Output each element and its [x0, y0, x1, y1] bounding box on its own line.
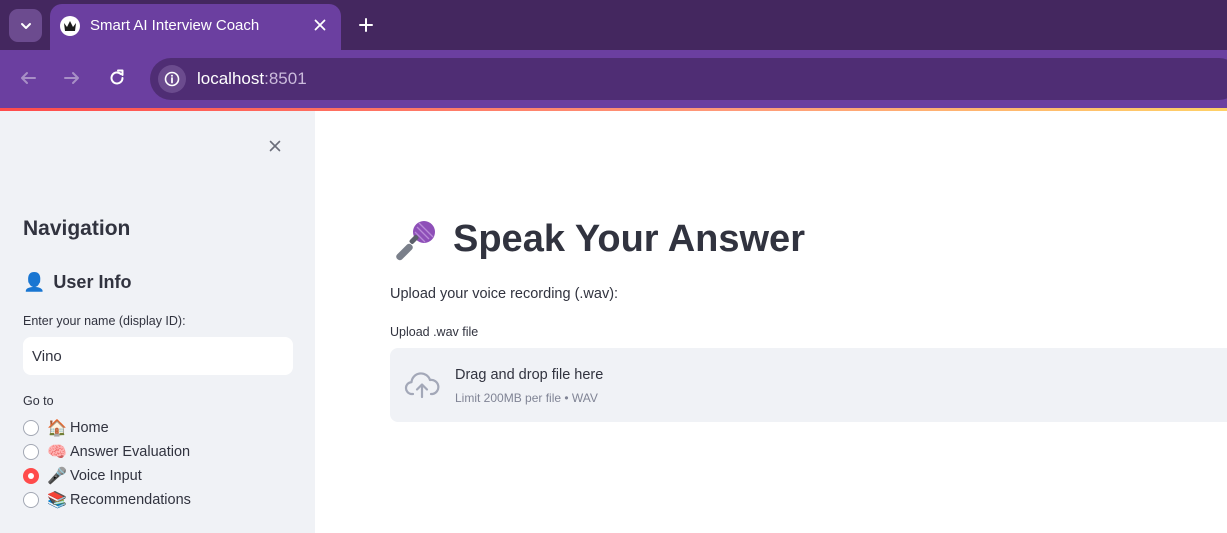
books-icon: 📚: [47, 492, 67, 509]
browser-toolbar: localhost:8501: [0, 50, 1227, 108]
site-info-icon[interactable]: [158, 65, 186, 93]
main-content: Speak Your Answer Upload your voice reco…: [315, 111, 1227, 533]
name-label: Enter your name (display ID):: [23, 314, 186, 328]
browser-tab[interactable]: Smart AI Interview Coach: [50, 4, 341, 50]
tab-search-button[interactable]: [9, 9, 42, 42]
user-info-heading-text: User Info: [53, 272, 132, 292]
tab-title: Smart AI Interview Coach: [90, 17, 260, 34]
cloud-upload-icon: [404, 372, 440, 399]
sidebar: Navigation 👤 User Info Enter your name (…: [0, 111, 315, 533]
radio-label: Answer Evaluation: [70, 444, 191, 460]
browser-tabstrip: Smart AI Interview Coach: [0, 0, 1227, 50]
file-dropzone[interactable]: Drag and drop file here Limit 200MB per …: [390, 348, 1227, 422]
user-silhouette-icon: 👤: [23, 272, 46, 292]
page-title-text: Speak Your Answer: [453, 217, 805, 260]
crown-favicon-icon: [60, 16, 80, 36]
tab-close-icon[interactable]: [309, 14, 331, 36]
back-arrow-icon[interactable]: [15, 65, 41, 91]
brain-icon: 🧠: [47, 444, 67, 461]
forward-arrow-icon[interactable]: [59, 65, 85, 91]
radio-option-home[interactable]: 🏠 Home: [23, 417, 109, 439]
microphone-icon: [396, 221, 435, 261]
house-icon: 🏠: [47, 420, 67, 437]
name-input[interactable]: [23, 337, 293, 375]
radio-option-voice-input[interactable]: 🎤 Voice Input: [23, 465, 142, 487]
radio-button-selected[interactable]: [23, 468, 39, 484]
radio-option-recommendations[interactable]: 📚 Recommendations: [23, 489, 191, 511]
address-bar[interactable]: localhost:8501: [150, 58, 1227, 100]
upload-caption: Upload your voice recording (.wav):: [390, 286, 619, 302]
page-title: Speak Your Answer: [395, 217, 805, 261]
sidebar-close-icon[interactable]: [264, 135, 286, 157]
radio-button[interactable]: [23, 492, 39, 508]
chevron-down-icon: [20, 22, 31, 29]
dropzone-limit-text: Limit 200MB per file • WAV: [455, 391, 598, 405]
microphone-icon: 🎤: [47, 468, 67, 485]
reload-icon[interactable]: [104, 65, 130, 91]
file-uploader-label: Upload .wav file: [390, 325, 479, 339]
dropzone-instructions: Drag and drop file here: [455, 367, 604, 383]
radio-label: Voice Input: [70, 468, 142, 484]
radio-label: Recommendations: [70, 492, 191, 508]
user-info-heading: 👤 User Info: [23, 272, 131, 293]
radio-button[interactable]: [23, 420, 39, 436]
sidebar-heading: Navigation: [23, 217, 131, 240]
radio-label: Home: [70, 420, 109, 436]
radio-button[interactable]: [23, 444, 39, 460]
radio-option-answer-evaluation[interactable]: 🧠 Answer Evaluation: [23, 441, 190, 463]
goto-label: Go to: [23, 394, 54, 408]
new-tab-icon[interactable]: [354, 13, 378, 37]
url-text: localhost:8501: [197, 69, 307, 88]
